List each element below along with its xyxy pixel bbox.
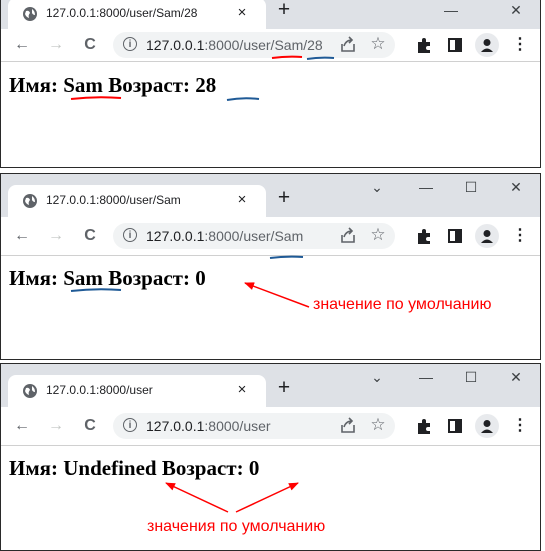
tab-close-icon[interactable]: × [232,380,252,400]
menu-icon[interactable]: ⋮ [509,225,531,247]
menu-icon[interactable]: ⋮ [509,34,531,56]
extensions-icon[interactable] [413,415,435,437]
extensions-icon[interactable] [413,34,435,56]
name-label: Имя: [9,266,58,290]
browser-toolbar: ← → C i 127.0.0.1:8000/user/Sam ☆ ⋮ [1,217,540,256]
page-content: Имя: Undefined Возраст: 0 значения по ум… [1,446,540,550]
bookmark-star-icon[interactable]: ☆ [368,414,388,434]
maximize-icon[interactable]: ☐ [456,366,486,388]
forward-icon[interactable]: → [45,34,67,56]
browser-window-1: 127.0.0.1:8000/user/Sam/28 × + — ✕ ← → C… [0,0,541,168]
age-label: Возраст: [108,73,190,97]
person-icon [481,420,493,433]
url-text: 127.0.0.1:8000/user/Sam/28 [146,37,323,53]
bookmark-star-icon[interactable]: ☆ [368,224,388,244]
browser-tab[interactable]: 127.0.0.1:8000/user/Sam × [8,185,266,217]
forward-icon[interactable]: → [45,415,67,437]
tab-search-dropdown-icon[interactable]: ⌄ [362,176,392,198]
browser-window-2: 127.0.0.1:8000/user/Sam × + ⌄ — ☐ ✕ ← → … [0,173,541,360]
back-icon[interactable]: ← [11,225,33,247]
share-icon[interactable] [338,35,358,55]
share-icon[interactable] [338,416,358,436]
menu-icon[interactable]: ⋮ [509,415,531,437]
new-tab-icon[interactable]: + [272,376,296,400]
close-window-icon[interactable]: ✕ [501,176,531,198]
address-bar[interactable]: i 127.0.0.1:8000/user/Sam ☆ [113,223,395,249]
name-label: Имя: [9,73,58,97]
age-value: 28 [195,73,217,97]
reload-icon[interactable]: C [79,415,101,437]
page-content: Имя: Sam Возраст: 0 значение по умолчани… [1,256,540,359]
globe-icon [23,384,37,398]
share-icon[interactable] [338,226,358,246]
address-bar[interactable]: i 127.0.0.1:8000/user/Sam/28 ☆ [113,32,395,58]
page-heading: Имя: Sam Возраст: 28 [9,73,216,98]
new-tab-icon[interactable]: + [272,186,296,210]
reload-icon[interactable]: C [79,34,101,56]
age-value: 0 [195,266,206,290]
browser-window-3: 127.0.0.1:8000/user × + ⌄ — ☐ ✕ ← → C i … [0,363,541,551]
close-window-icon[interactable]: ✕ [501,0,531,21]
page-heading: Имя: Undefined Возраст: 0 [9,456,259,481]
bookmark-star-icon[interactable]: ☆ [368,33,388,53]
back-icon[interactable]: ← [11,34,33,56]
side-panel-icon[interactable] [444,34,466,56]
person-icon [481,230,493,243]
extensions-icon[interactable] [413,225,435,247]
minimize-icon[interactable]: — [411,176,441,198]
browser-toolbar: ← → C i 127.0.0.1:8000/user/Sam/28 ☆ ⋮ [1,29,540,62]
side-panel-icon[interactable] [444,225,466,247]
profile-avatar[interactable] [475,224,499,248]
maximize-icon[interactable]: ☐ [456,176,486,198]
minimize-icon[interactable]: — [411,366,441,388]
tab-strip: 127.0.0.1:8000/user × + ⌄ — ☐ ✕ [1,364,540,407]
back-icon[interactable]: ← [11,415,33,437]
tab-strip: 127.0.0.1:8000/user/Sam × + ⌄ — ☐ ✕ [1,174,540,217]
forward-icon[interactable]: → [45,225,67,247]
tab-title: 127.0.0.1:8000/user/Sam/28 [46,6,198,20]
age-value: 0 [248,456,260,480]
name-label: Имя: [9,456,58,480]
profile-avatar[interactable] [475,414,499,438]
annotation-default-value: значение по умолчанию [313,296,492,313]
address-bar[interactable]: i 127.0.0.1:8000/user ☆ [113,413,395,439]
url-text: 127.0.0.1:8000/user/Sam [146,228,304,244]
profile-avatar[interactable] [475,33,499,57]
page-content: Имя: Sam Возраст: 28 [1,62,540,167]
browser-tab[interactable]: 127.0.0.1:8000/user/Sam/28 × [8,0,266,29]
browser-tab[interactable]: 127.0.0.1:8000/user × [8,375,266,407]
annotation-default-values: значения по умолчанию [147,518,326,535]
page-heading: Имя: Sam Возраст: 0 [9,266,206,291]
name-value: Sam [63,73,103,97]
tab-title: 127.0.0.1:8000/user/Sam [46,193,181,207]
new-tab-icon[interactable]: + [272,0,296,22]
browser-toolbar: ← → C i 127.0.0.1:8000/user ☆ ⋮ [1,407,540,446]
close-window-icon[interactable]: ✕ [501,366,531,388]
side-panel-icon[interactable] [444,415,466,437]
name-value: Sam [63,266,103,290]
tab-close-icon[interactable]: × [232,190,252,210]
reload-icon[interactable]: C [79,225,101,247]
tab-title: 127.0.0.1:8000/user [46,383,153,397]
url-text: 127.0.0.1:8000/user [146,418,271,434]
age-label: Возраст: [108,266,190,290]
tab-close-icon[interactable]: × [232,3,252,23]
tab-strip: 127.0.0.1:8000/user/Sam/28 × + — ✕ [1,0,540,29]
name-value: Undefined [63,456,157,480]
globe-icon [23,7,37,21]
globe-icon [23,194,37,208]
age-label: Возраст: [161,456,244,480]
minimize-icon[interactable]: — [436,0,466,21]
info-icon[interactable]: i [123,418,137,432]
person-icon [481,39,493,52]
tab-search-dropdown-icon[interactable]: ⌄ [362,366,392,388]
info-icon[interactable]: i [123,37,137,51]
info-icon[interactable]: i [123,228,137,242]
